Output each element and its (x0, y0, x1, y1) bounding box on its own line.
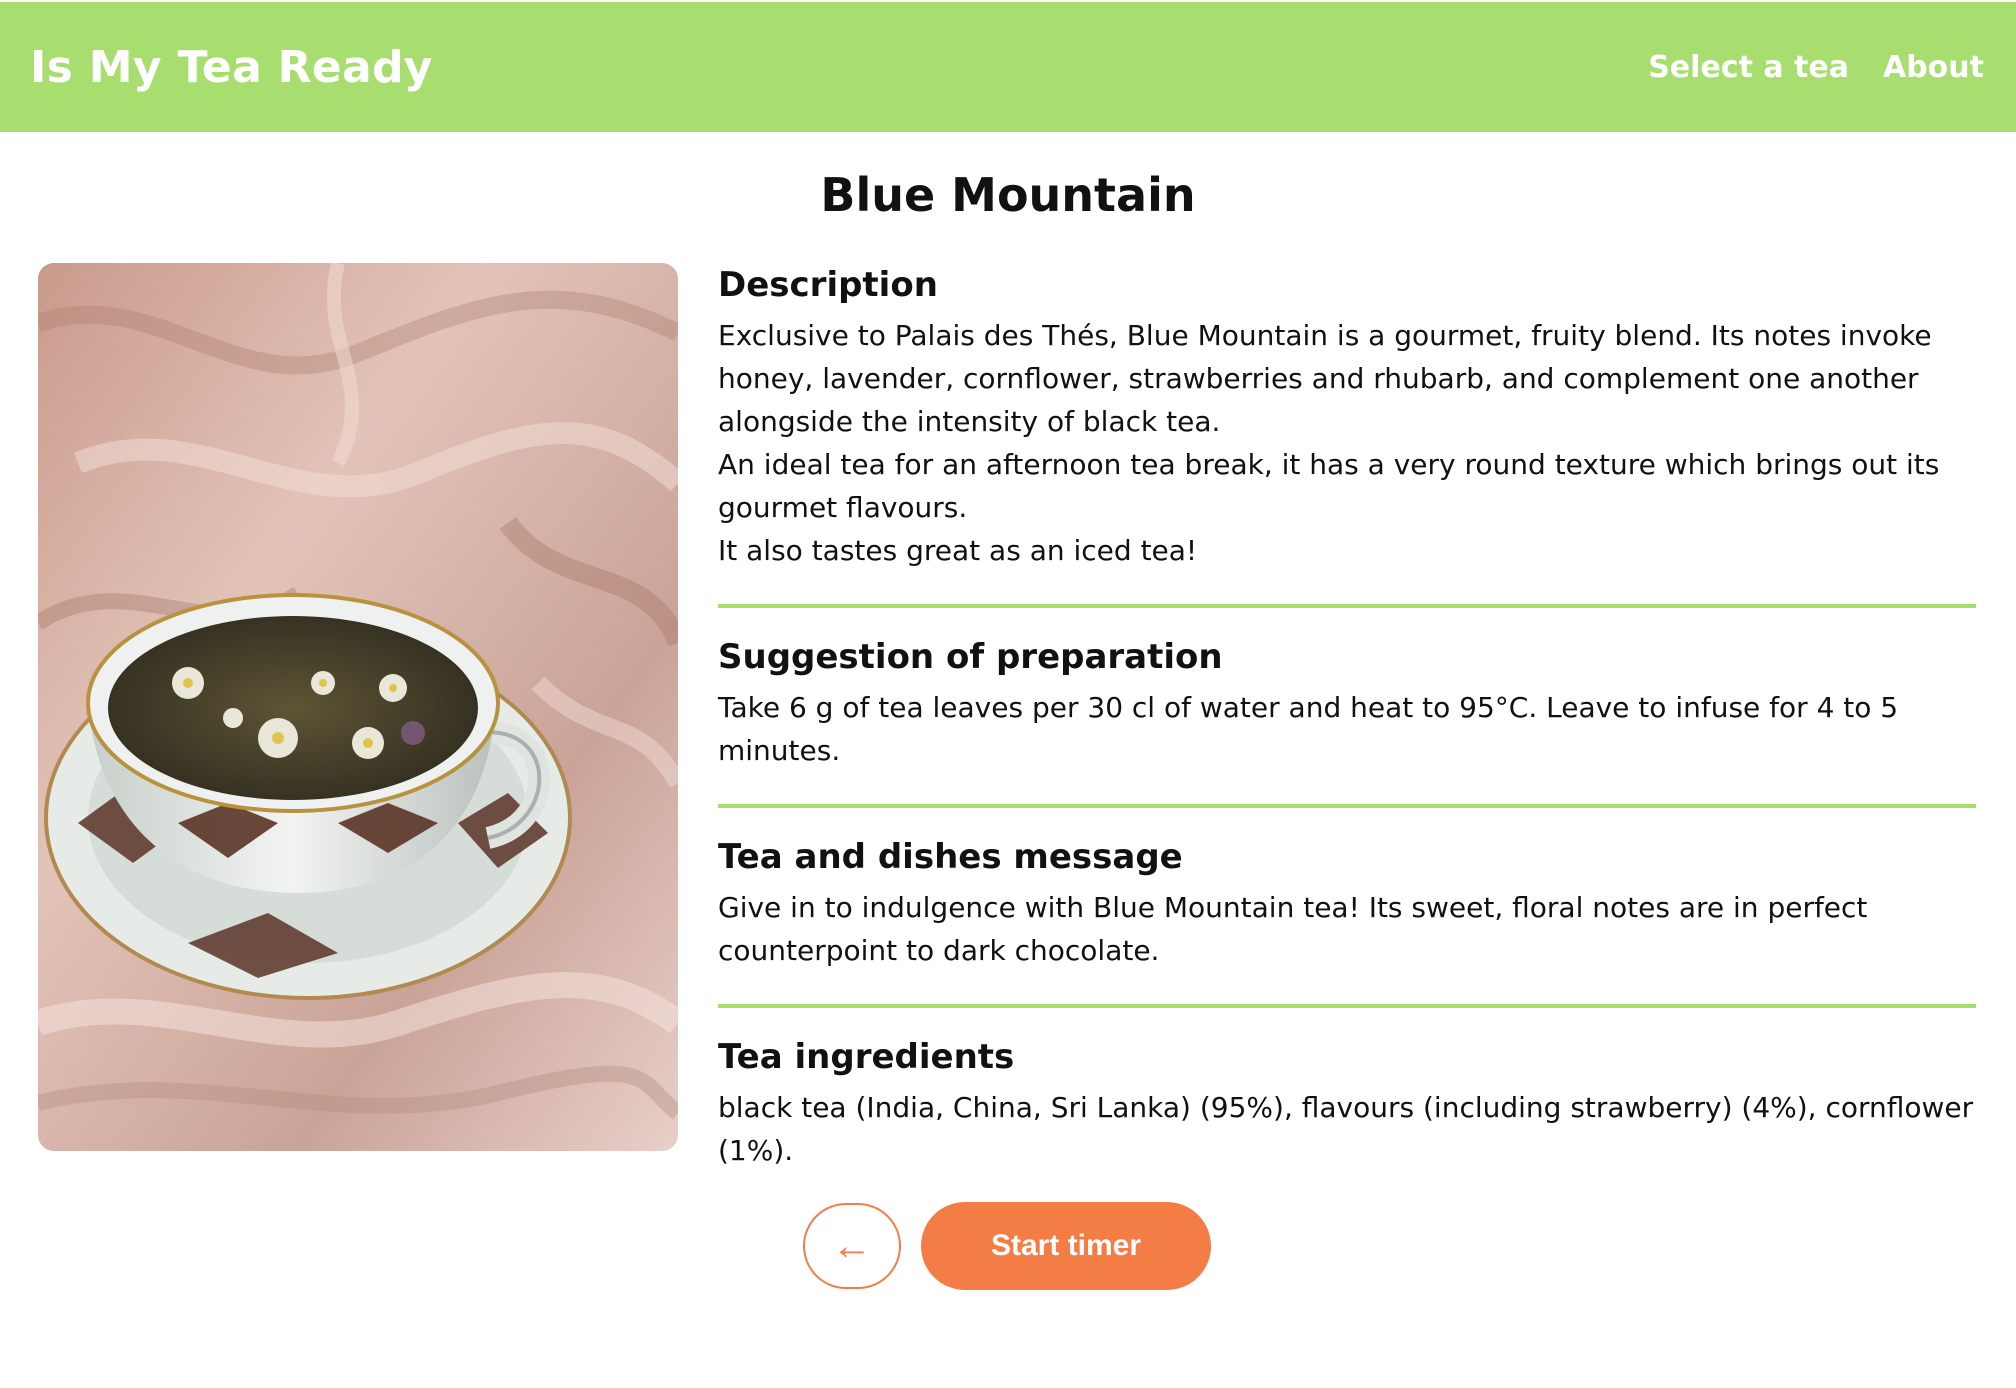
top-navbar: Is My Tea Ready Select a tea About (0, 2, 2016, 132)
section-text: An ideal tea for an afternoon tea break,… (718, 448, 1940, 524)
page-title: Blue Mountain (820, 168, 1196, 222)
action-bar: ← Start timer (803, 1202, 1211, 1290)
section-heading: Description (718, 265, 938, 305)
section-text: Give in to indulgence with Blue Mountain… (718, 891, 1868, 967)
brand-logo-link[interactable]: Is My Tea Ready (30, 42, 433, 93)
nav-link-about[interactable]: About (1883, 50, 1984, 85)
section-pairing: Tea and dishes message Give in to indulg… (718, 834, 1976, 972)
section-heading: Suggestion of preparation (718, 637, 1223, 677)
section-description: Description Exclusive to Palais des Thés… (718, 262, 1976, 572)
tea-cup-photo (38, 263, 678, 1151)
section-heading: Tea and dishes message (718, 837, 1183, 877)
section-preparation: Suggestion of preparation Take 6 g of te… (718, 634, 1976, 772)
nav-link-select-tea[interactable]: Select a tea (1648, 50, 1849, 85)
section-text: It also tastes great as an iced tea! (718, 534, 1198, 567)
tea-cup-illustration (38, 263, 678, 1151)
section-text: Take 6 g of tea leaves per 30 cl of wate… (718, 691, 1899, 767)
section-divider (718, 1004, 1976, 1008)
arrow-left-icon: ← (832, 1223, 872, 1268)
main-nav: Select a tea About (1648, 50, 1984, 85)
section-divider (718, 604, 1976, 608)
section-divider (718, 804, 1976, 808)
start-timer-button[interactable]: Start timer (921, 1202, 1211, 1290)
section-text: Exclusive to Palais des Thés, Blue Mount… (718, 319, 1932, 438)
tea-details: Description Exclusive to Palais des Thés… (718, 262, 1976, 1172)
back-button[interactable]: ← (803, 1203, 901, 1289)
section-ingredients: Tea ingredients black tea (India, China,… (718, 1034, 1976, 1172)
section-heading: Tea ingredients (718, 1037, 1015, 1077)
section-text: black tea (India, China, Sri Lanka) (95%… (718, 1091, 1974, 1167)
